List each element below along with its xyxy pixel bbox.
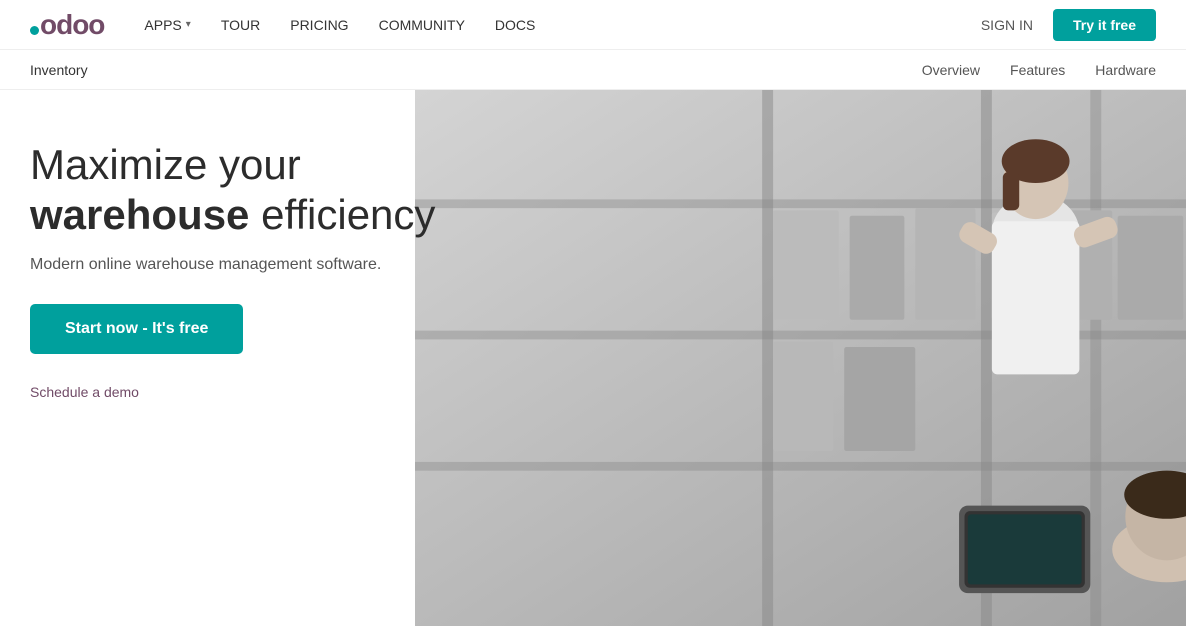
nav-right-actions: SIGN IN Try it free	[981, 9, 1156, 41]
apps-chevron-icon: ▾	[186, 19, 191, 30]
nav-community[interactable]: COMMUNITY	[379, 17, 465, 33]
nav-links: APPS ▾ TOUR PRICING COMMUNITY DOCS	[144, 17, 980, 33]
nav-hardware[interactable]: Hardware	[1095, 62, 1156, 78]
sign-in-link[interactable]: SIGN IN	[981, 17, 1033, 33]
inventory-title: Inventory	[30, 62, 88, 78]
nav-overview[interactable]: Overview	[922, 62, 980, 78]
logo-text: odoo	[30, 9, 104, 41]
hero-image	[415, 90, 1186, 626]
try-free-button[interactable]: Try it free	[1053, 9, 1156, 41]
hero-headline: Maximize your warehouse efficiency	[30, 140, 435, 241]
top-navigation: odoo APPS ▾ TOUR PRICING COMMUNITY DOCS …	[0, 0, 1186, 50]
people-illustration	[415, 90, 1186, 626]
secondary-navigation: Inventory Overview Features Hardware	[0, 50, 1186, 90]
logo[interactable]: odoo	[30, 9, 104, 41]
nav-docs[interactable]: DOCS	[495, 17, 535, 33]
secondary-nav-links: Overview Features Hardware	[922, 62, 1156, 78]
start-now-button[interactable]: Start now - It's free	[30, 304, 243, 354]
nav-tour[interactable]: TOUR	[221, 17, 260, 33]
nav-apps[interactable]: APPS ▾	[144, 17, 190, 33]
nav-pricing[interactable]: PRICING	[290, 17, 348, 33]
schedule-demo-link[interactable]: Schedule a demo	[30, 384, 435, 400]
nav-features[interactable]: Features	[1010, 62, 1065, 78]
hero-section: Maximize your warehouse efficiency Moder…	[0, 90, 1186, 626]
hero-subtext: Modern online warehouse management softw…	[30, 256, 435, 274]
hero-text-content: Maximize your warehouse efficiency Moder…	[30, 140, 435, 400]
